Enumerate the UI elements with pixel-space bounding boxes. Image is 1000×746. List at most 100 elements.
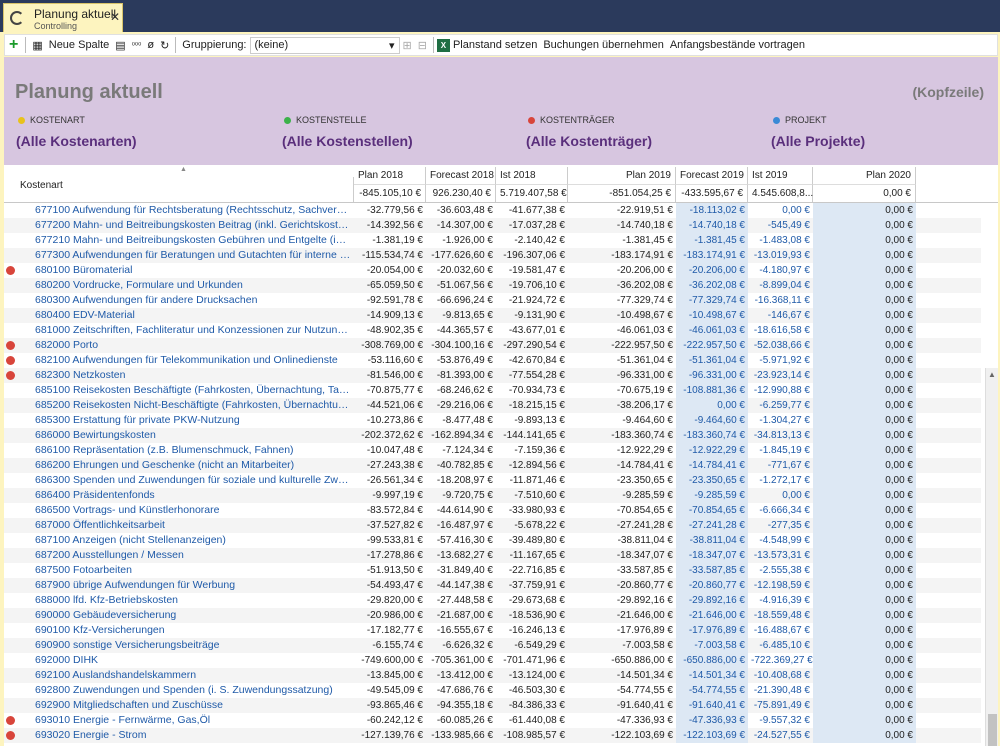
table-cell[interactable]: 0,00 €	[813, 413, 916, 428]
header-placeholder[interactable]: (Kopfzeile)	[912, 84, 984, 100]
table-cell[interactable]: 0,00 €	[813, 233, 916, 248]
table-cell[interactable]: -10.498,67 €	[676, 308, 748, 323]
table-cell[interactable]: 0,00 €	[676, 398, 748, 413]
table-cell[interactable]: -9.893,13 €	[496, 413, 568, 428]
table-cell[interactable]: -12.198,59 €	[748, 578, 813, 593]
table-row[interactable]: 686300 Spenden und Zuwendungen für sozia…	[4, 473, 981, 488]
decimals-icon[interactable]: ⁰⁰⁰	[129, 41, 145, 50]
table-cell[interactable]: 0,00 €	[813, 713, 916, 728]
document-tab[interactable]: Planung aktuell Controlling ✕	[3, 3, 123, 32]
table-row[interactable]: 688000 lfd. Kfz-Betriebskosten -29.820,00…	[4, 593, 981, 608]
table-cell[interactable]: -297.290,54 €	[496, 338, 568, 353]
row-label[interactable]: 686400 Präsidentenfonds	[32, 488, 354, 503]
table-cell[interactable]: 0,00 €	[813, 548, 916, 563]
table-cell[interactable]: -9.997,19 €	[354, 488, 426, 503]
table-cell[interactable]: -20.032,60 €	[426, 263, 496, 278]
row-label[interactable]: 680200 Vordrucke, Formulare und Urkunden	[32, 278, 354, 293]
table-cell[interactable]: 0,00 €	[813, 473, 916, 488]
table-cell[interactable]: 0,00 €	[813, 533, 916, 548]
table-cell[interactable]: -177.626,60 €	[426, 248, 496, 263]
table-cell[interactable]: -196.307,06 €	[496, 248, 568, 263]
table-row[interactable]: 680400 EDV-Material -14.909,13 € -9.813,65…	[4, 308, 981, 323]
row-label[interactable]: 686200 Ehrungen und Geschenke (nicht an …	[32, 458, 354, 473]
table-cell[interactable]: 0,00 €	[813, 263, 916, 278]
table-cell[interactable]: -70.875,77 €	[354, 383, 426, 398]
table-cell[interactable]: -51.067,56 €	[426, 278, 496, 293]
table-cell[interactable]: -44.147,38 €	[426, 578, 496, 593]
table-cell[interactable]: -13.412,00 €	[426, 668, 496, 683]
table-cell[interactable]: -46.061,03 €	[568, 323, 676, 338]
table-cell[interactable]: -34.813,13 €	[748, 428, 813, 443]
table-cell[interactable]: -7.510,60 €	[496, 488, 568, 503]
table-cell[interactable]: -1.926,00 €	[426, 233, 496, 248]
row-label[interactable]: 687000 Öffentlichkeitsarbeit	[32, 518, 354, 533]
table-cell[interactable]: -94.355,18 €	[426, 698, 496, 713]
table-cell[interactable]: -14.307,00 €	[426, 218, 496, 233]
table-cell[interactable]: -183.360,74 €	[568, 428, 676, 443]
row-label[interactable]: 690100 Kfz-Versicherungen	[32, 623, 354, 638]
row-label[interactable]: 686500 Vortrags- und Künstlerhonorare	[32, 503, 354, 518]
table-cell[interactable]: 0,00 €	[813, 623, 916, 638]
table-cell[interactable]: -771,67 €	[748, 458, 813, 473]
table-cell[interactable]: -92.591,78 €	[354, 293, 426, 308]
table-cell[interactable]: 0,00 €	[813, 683, 916, 698]
row-label[interactable]: 686000 Bewirtungskosten	[32, 428, 354, 443]
table-cell[interactable]: -57.416,30 €	[426, 533, 496, 548]
table-cell[interactable]: -14.392,56 €	[354, 218, 426, 233]
table-cell[interactable]: -146,67 €	[748, 308, 813, 323]
table-cell[interactable]: -61.440,08 €	[496, 713, 568, 728]
table-row[interactable]: 692800 Zuwendungen und Spenden (i. S. Zu…	[4, 683, 981, 698]
table-cell[interactable]: -1.272,17 €	[748, 473, 813, 488]
table-row[interactable]: 677100 Aufwendung für Rechtsberatung (Re…	[4, 203, 981, 218]
row-label[interactable]: 686100 Repräsentation (z.B. Blumenschmuc…	[32, 443, 354, 458]
table-cell[interactable]: -18.347,07 €	[676, 548, 748, 563]
row-label[interactable]: 680300 Aufwendungen für andere Drucksach…	[32, 293, 354, 308]
table-cell[interactable]: -9.131,90 €	[496, 308, 568, 323]
row-label[interactable]: 681000 Zeitschriften, Fachliteratur und …	[32, 323, 354, 338]
table-row[interactable]: 686200 Ehrungen und Geschenke (nicht an …	[4, 458, 981, 473]
row-label[interactable]: 687100 Anzeigen (nicht Stellenanzeigen)	[32, 533, 354, 548]
table-cell[interactable]: -52.038,66 €	[748, 338, 813, 353]
table-cell[interactable]: -13.124,00 €	[496, 668, 568, 683]
table-cell[interactable]: -26.561,34 €	[354, 473, 426, 488]
row-label[interactable]: 680100 Büromaterial	[32, 263, 354, 278]
table-cell[interactable]: -108.985,57 €	[496, 728, 568, 743]
table-cell[interactable]: -46.503,30 €	[496, 683, 568, 698]
table-cell[interactable]: -36.603,48 €	[426, 203, 496, 218]
table-cell[interactable]: 0,00 €	[813, 578, 916, 593]
table-cell[interactable]: -9.813,65 €	[426, 308, 496, 323]
grouping-select[interactable]: (keine) ▾	[249, 36, 400, 54]
table-cell[interactable]: -6.626,32 €	[426, 638, 496, 653]
table-row[interactable]: 690900 sonstige Versicherungsbeiträge -6.…	[4, 638, 981, 653]
table-row[interactable]: 690100 Kfz-Versicherungen -17.182,77 € -16…	[4, 623, 981, 638]
table-cell[interactable]: -36.202,08 €	[676, 278, 748, 293]
table-cell[interactable]: -38.811,04 €	[676, 533, 748, 548]
row-label[interactable]: 677100 Aufwendung für Rechtsberatung (Re…	[32, 203, 354, 218]
table-cell[interactable]: -18.208,97 €	[426, 473, 496, 488]
table-cell[interactable]: -27.448,58 €	[426, 593, 496, 608]
table-cell[interactable]: -60.242,12 €	[354, 713, 426, 728]
table-cell[interactable]: -29.673,68 €	[496, 593, 568, 608]
close-icon[interactable]: ✕	[110, 10, 120, 24]
table-cell[interactable]: -6.485,10 €	[748, 638, 813, 653]
table-cell[interactable]: 0,00 €	[813, 518, 916, 533]
table-cell[interactable]: -18.113,02 €	[676, 203, 748, 218]
table-cell[interactable]: 0,00 €	[813, 218, 916, 233]
table-cell[interactable]: -2.140,42 €	[496, 233, 568, 248]
table-cell[interactable]: -20.206,00 €	[568, 263, 676, 278]
table-cell[interactable]: -11.167,65 €	[496, 548, 568, 563]
table-cell[interactable]: 0,00 €	[813, 323, 916, 338]
table-cell[interactable]: 0,00 €	[813, 503, 916, 518]
table-row[interactable]: 680300 Aufwendungen für andere Drucksach…	[4, 293, 981, 308]
table-row[interactable]: 685300 Erstattung für private PKW-Nutzun…	[4, 413, 981, 428]
table-cell[interactable]: -14.501,34 €	[568, 668, 676, 683]
table-cell[interactable]: -47.336,93 €	[676, 713, 748, 728]
table-row[interactable]: 687900 übrige Aufwendungen für Werbung -5…	[4, 578, 981, 593]
table-cell[interactable]: -91.640,41 €	[676, 698, 748, 713]
table-cell[interactable]: -308.769,00 €	[354, 338, 426, 353]
table-cell[interactable]: -51.913,50 €	[354, 563, 426, 578]
table-cell[interactable]: -122.103,69 €	[568, 728, 676, 743]
table-cell[interactable]: -701.471,96 €	[496, 653, 568, 668]
table-cell[interactable]: 0,00 €	[813, 488, 916, 503]
table-cell[interactable]: -16.246,13 €	[496, 623, 568, 638]
